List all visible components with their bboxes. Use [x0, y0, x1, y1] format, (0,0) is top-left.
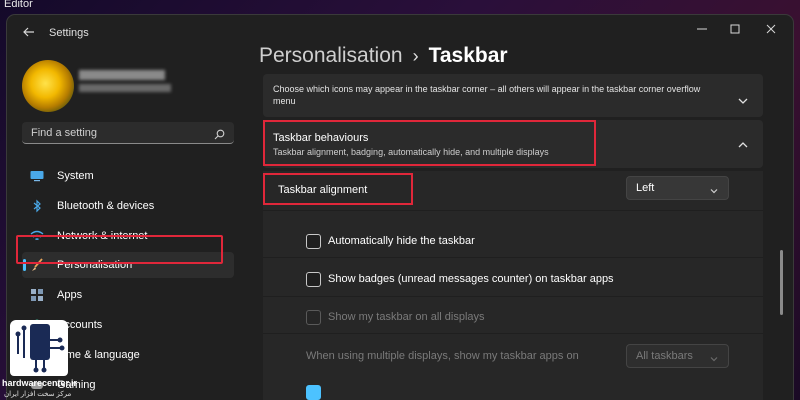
chevron-down-icon: [709, 351, 719, 362]
corner-overflow-card[interactable]: Choose which icons may appear in the tas…: [263, 74, 763, 117]
apps-icon: [30, 288, 44, 302]
auto-hide-checkbox[interactable]: [306, 234, 321, 249]
all-displays-checkbox: [306, 310, 321, 325]
chevron-up-icon[interactable]: [737, 138, 749, 150]
alignment-value: Left: [636, 182, 655, 194]
close-icon[interactable]: [757, 20, 785, 38]
multi-display-value: All taskbars: [636, 350, 693, 362]
highlight-box-alignment: [263, 173, 413, 205]
show-badges-label: Show badges (unread messages counter) on…: [328, 273, 614, 285]
page-title: Taskbar: [428, 44, 508, 67]
logo-site-text: hardwarecenter.ir: [2, 378, 78, 388]
divider: [263, 296, 763, 297]
sidebar-item-label: Bluetooth & devices: [57, 200, 155, 212]
maximize-icon[interactable]: [721, 20, 749, 38]
breadcrumb: Personalisation › Taskbar: [259, 44, 508, 68]
divider: [263, 210, 763, 211]
avatar[interactable]: [22, 60, 74, 112]
sidebar-item-bluetooth[interactable]: Bluetooth & devices: [22, 193, 234, 219]
auto-hide-label: Automatically hide the taskbar: [328, 235, 475, 247]
search-input[interactable]: Find a setting: [22, 122, 234, 144]
divider: [263, 333, 763, 334]
taskbar-alignment-dropdown[interactable]: Left: [626, 176, 729, 200]
editor-label: Editor: [4, 0, 33, 10]
divider: [263, 257, 763, 258]
monitor-icon: [30, 169, 44, 183]
breadcrumb-separator: ›: [412, 46, 419, 66]
bluetooth-icon: [30, 199, 44, 213]
multi-display-dropdown: All taskbars: [626, 344, 729, 368]
multi-display-label: When using multiple displays, show my ta…: [306, 350, 579, 362]
logo-mark-icon: [10, 320, 68, 376]
window-title: Settings: [49, 27, 89, 39]
sidebar-item-system[interactable]: System: [22, 163, 234, 189]
breadcrumb-parent[interactable]: Personalisation: [259, 44, 403, 67]
show-badges-checkbox[interactable]: [306, 272, 321, 287]
user-email-blurred: [79, 84, 171, 92]
sidebar-item-apps[interactable]: Apps: [22, 282, 234, 308]
corner-overflow-description: Choose which icons may appear in the tas…: [273, 84, 701, 106]
back-arrow-icon[interactable]: [21, 24, 37, 40]
search-icon: [214, 127, 225, 140]
minimize-icon[interactable]: [688, 20, 716, 38]
search-placeholder: Find a setting: [31, 127, 98, 139]
scrollbar[interactable]: [780, 250, 783, 315]
chevron-down-icon: [709, 183, 719, 194]
sidebar-item-label: Apps: [57, 289, 83, 301]
logo-tagline: مرکز سخت افزار ایران: [4, 391, 72, 398]
all-displays-label: Show my taskbar on all displays: [328, 311, 485, 323]
hardwarecenter-logo: hardwarecenter.ir مرکز سخت افزار ایران: [0, 320, 78, 400]
sidebar-item-label: System: [57, 170, 94, 182]
highlight-box-personalisation: [16, 235, 223, 264]
highlight-box-behaviours: [263, 120, 596, 166]
chevron-down-icon[interactable]: [737, 94, 749, 106]
partial-checkbox[interactable]: [306, 385, 321, 400]
user-name-blurred: [79, 70, 165, 80]
